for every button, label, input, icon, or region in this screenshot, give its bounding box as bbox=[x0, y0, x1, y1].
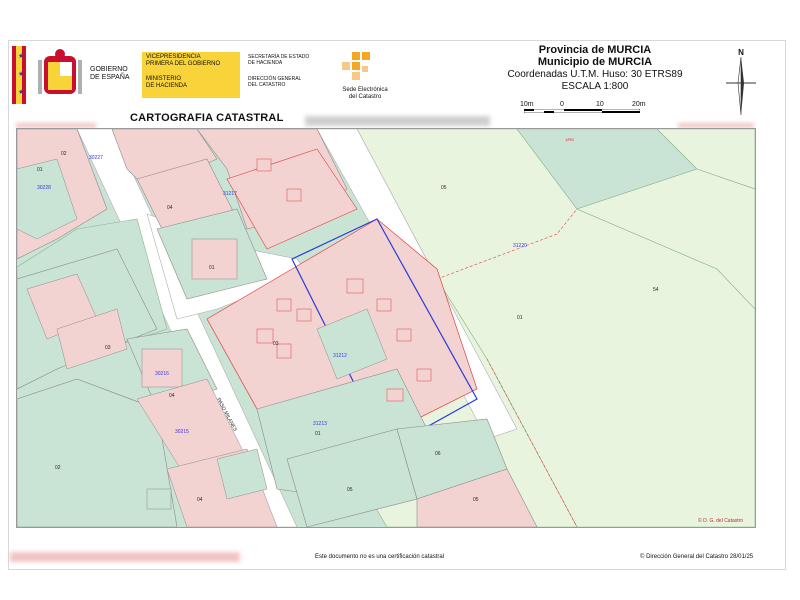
parcel-label: 05 bbox=[441, 185, 447, 191]
cadastral-map[interactable]: 30227 30228 31217 31220 31212 31213 3021… bbox=[16, 128, 756, 528]
government-logo: ★ ★ ★ GOBIERNO DE ESPAÑA VICEPRESIDENCIA… bbox=[12, 46, 312, 104]
coordinates-text: Coordenadas U.T.M. Huso: 30 ETRS89 bbox=[507, 69, 683, 80]
building bbox=[276, 343, 292, 359]
parcel-label: 01 bbox=[517, 315, 523, 321]
vicepresidencia-line1: VICEPRESIDENCIA bbox=[146, 54, 201, 60]
sede-electronica-logo[interactable]: Sede Electrónica del Catastro bbox=[330, 48, 400, 104]
municipality-title: Municipio de MURCIA bbox=[537, 56, 653, 68]
cartografia-title: CARTOGRAFIA CATASTRAL bbox=[130, 112, 284, 124]
building bbox=[296, 308, 312, 322]
parcel-label: 01 bbox=[209, 265, 215, 271]
svg-text:★: ★ bbox=[18, 52, 24, 60]
footer-copyright: © Dirección General del Catastro 28/01/2… bbox=[640, 554, 754, 560]
parcel-label: 04 bbox=[169, 393, 175, 399]
map-title-block: Provincia de MURCIA Municipio de MURCIA … bbox=[480, 44, 710, 92]
parcel-label: 04 bbox=[167, 205, 173, 211]
block-label: 31212 bbox=[333, 353, 347, 359]
block-label: 31220 bbox=[513, 243, 527, 249]
block-label: 30215 bbox=[175, 429, 189, 435]
block-label: 30228 bbox=[37, 185, 51, 191]
parcel-label: 04 bbox=[197, 497, 203, 503]
block-label: 30227 bbox=[89, 155, 103, 161]
ministerio-line2: DE HACIENDA bbox=[146, 83, 188, 89]
scale-text: ESCALA 1:800 bbox=[561, 81, 629, 92]
scale-tick: 10m bbox=[520, 101, 534, 108]
coat-of-arms-icon bbox=[38, 49, 82, 94]
sede-icon bbox=[342, 52, 370, 80]
vicepresidencia-line2: PRIMERA DEL GOBIERNO bbox=[146, 61, 221, 67]
scale-tick: 10 bbox=[596, 101, 604, 108]
parcel-label: 03 bbox=[105, 345, 111, 351]
disclaimer-text: Este documento no es una certificación c… bbox=[315, 554, 445, 560]
building bbox=[256, 158, 272, 172]
sede-line1: Sede Electrónica bbox=[342, 87, 388, 93]
building bbox=[276, 298, 292, 312]
parcel bbox=[146, 488, 172, 510]
parcel-label: 05 bbox=[473, 497, 479, 503]
block-label: 31217 bbox=[223, 191, 237, 197]
parcel-label: 54 bbox=[653, 287, 659, 293]
scale-bar bbox=[524, 109, 640, 113]
building bbox=[346, 278, 364, 294]
north-arrow-icon bbox=[726, 56, 756, 116]
parcel-label: 02 bbox=[55, 465, 61, 471]
province-title: Provincia de MURCIA bbox=[538, 44, 652, 56]
building bbox=[416, 368, 432, 382]
scale-tick: 0 bbox=[560, 101, 564, 108]
parcel-label: 03 bbox=[273, 341, 279, 347]
gobierno-line1: GOBIERNO bbox=[90, 66, 128, 73]
redacted-footer bbox=[10, 552, 240, 562]
map-copyright: © D. G. del Catastro bbox=[698, 518, 744, 524]
scale-tick: 20m bbox=[632, 101, 646, 108]
parcel-label: 01 bbox=[37, 167, 43, 173]
parcel-label: 06 bbox=[435, 451, 441, 457]
building bbox=[191, 238, 238, 280]
svg-text:★: ★ bbox=[18, 88, 24, 96]
building bbox=[376, 298, 392, 312]
redacted-area bbox=[305, 116, 490, 126]
svg-text:★: ★ bbox=[18, 70, 24, 78]
block-label: 30216 bbox=[155, 371, 169, 377]
sede-line2: del Catastro bbox=[348, 94, 382, 100]
building bbox=[286, 188, 302, 202]
block-label: 31213 bbox=[313, 421, 327, 427]
parcel-label: 01 bbox=[315, 431, 321, 437]
north-label: N bbox=[738, 48, 744, 57]
parcel-label: 05 bbox=[347, 487, 353, 493]
north-arrow: N bbox=[724, 48, 758, 118]
map-svg: 30227 30228 31217 31220 31212 31213 3021… bbox=[17, 129, 755, 527]
building bbox=[386, 388, 404, 402]
parcel-label: 02 bbox=[61, 151, 67, 157]
ministerio-line1: MINISTERIO bbox=[146, 76, 182, 82]
building bbox=[396, 328, 412, 342]
gobierno-line2: DE ESPAÑA bbox=[90, 74, 130, 81]
building bbox=[256, 328, 274, 344]
building bbox=[141, 348, 183, 388]
direccion-line2: DEL CATASTRO bbox=[248, 82, 286, 88]
red-label: 1/RS bbox=[565, 137, 574, 142]
